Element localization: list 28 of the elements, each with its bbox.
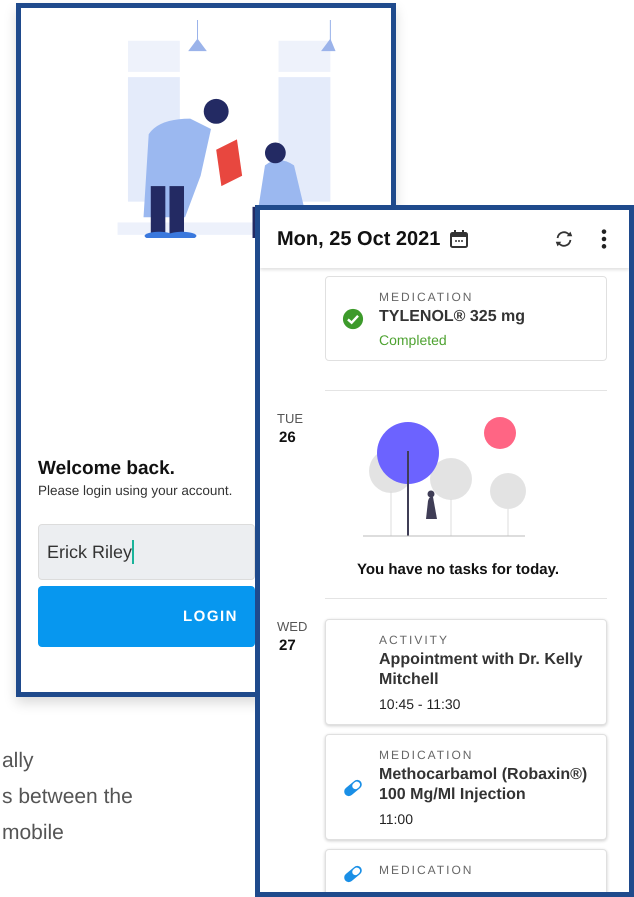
welcome-heading: Welcome back. bbox=[38, 458, 176, 480]
date-title: Mon, 25 Oct 2021 bbox=[277, 228, 440, 250]
login-instruction: Please login using your account. bbox=[38, 483, 234, 498]
task-time: 10:45 - 11:30 bbox=[379, 696, 462, 712]
task-category: MEDICATION bbox=[379, 863, 474, 877]
task-title: Methocarbamol (Robaxin®) 100 Mg/Ml Injection bbox=[379, 765, 588, 805]
day-number: 26 bbox=[278, 429, 297, 446]
caption-text: ally bbox=[2, 748, 34, 774]
calendar-icon[interactable] bbox=[449, 229, 470, 249]
task-category: MEDICATION bbox=[379, 290, 474, 304]
caption-text: mobile bbox=[2, 820, 64, 846]
task-card[interactable]: MEDICATION bbox=[325, 849, 607, 892]
task-status: Completed bbox=[379, 332, 448, 348]
empty-message: You have no tasks for today. bbox=[356, 561, 560, 578]
day-number: 27 bbox=[278, 637, 297, 654]
username-field[interactable]: Erick Riley bbox=[38, 524, 255, 580]
task-title: Appointment with Dr. Kelly Mitchell bbox=[379, 650, 584, 690]
more-options-icon[interactable] bbox=[601, 228, 607, 250]
task-card[interactable]: ACTIVITY Appointment with Dr. Kelly Mitchell 10:45 - 11:30 bbox=[325, 619, 607, 725]
weekday-label: TUE bbox=[277, 411, 304, 426]
task-time: 11:00 bbox=[379, 811, 414, 827]
task-card[interactable]: MEDICATION Methocarbamol (Robaxin®) 100 Mg/Ml Injection 11:00 bbox=[325, 734, 607, 840]
caption-text: s between the bbox=[2, 784, 133, 810]
task-category: MEDICATION bbox=[379, 748, 474, 762]
task-category: ACTIVITY bbox=[379, 633, 450, 647]
task-title: TYLENOL® 325 mg bbox=[379, 307, 526, 327]
task-card[interactable]: MEDICATION TYLENOL® 325 mg Completed bbox=[325, 276, 607, 361]
weekday-label: WED bbox=[277, 619, 308, 634]
